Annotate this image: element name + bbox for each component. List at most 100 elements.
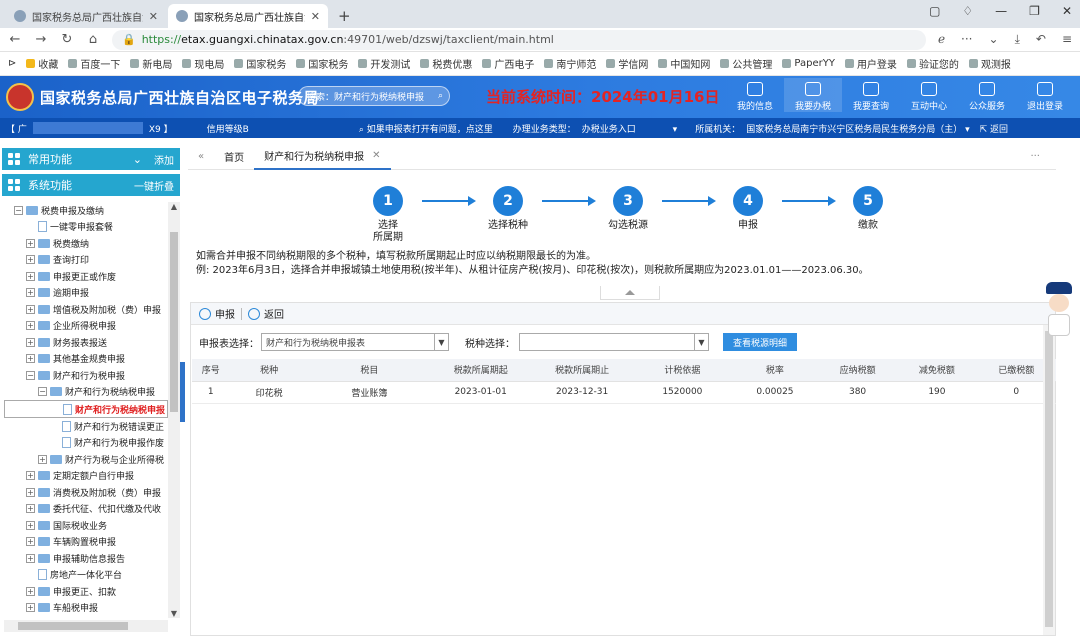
bookmark-item[interactable]: 公共管理 (720, 56, 772, 71)
tree-item[interactable]: + 消费税及附加税（费）申报 (4, 484, 168, 501)
minimize-icon[interactable]: — (995, 4, 1007, 18)
menu-icon[interactable]: ≡ (1062, 32, 1072, 47)
search-icon[interactable]: ⌕ (438, 91, 443, 101)
tab-home[interactable]: 首页 (214, 144, 254, 170)
bookmark-item[interactable]: 国家税务 (234, 56, 286, 71)
ie-mode-icon[interactable]: ℯ (938, 32, 945, 47)
nav-public[interactable]: 公众服务 (958, 78, 1016, 112)
assistant-avatar[interactable] (1044, 282, 1074, 348)
form-select[interactable]: 财产和行为税纳税申报表 ▼ (261, 333, 449, 351)
nav-query[interactable]: 我要查询 (842, 78, 900, 112)
expand-icon[interactable]: + (26, 238, 35, 248)
collapse-icon[interactable]: − (26, 370, 35, 380)
chevron-down-icon[interactable]: ⌄ (989, 32, 999, 47)
sidebar-horizontal-scrollbar[interactable] (4, 620, 168, 632)
tree-item[interactable]: − 财产和行为税申报 (4, 367, 168, 384)
bookmark-item[interactable]: 现电局 (182, 56, 224, 71)
expand-icon[interactable]: + (26, 504, 35, 514)
sidebar-toggle-icon[interactable]: ⊳ (8, 58, 16, 69)
expand-icon[interactable]: + (26, 288, 35, 298)
tree-item[interactable]: 财产和行为税错误更正 (4, 418, 168, 435)
more-icon[interactable]: ··· (961, 32, 972, 47)
expand-icon[interactable]: + (26, 537, 35, 547)
expand-icon[interactable]: + (26, 603, 35, 613)
bookmark-item[interactable]: 验证您的 (906, 56, 959, 71)
close-window-icon[interactable]: ✕ (1062, 4, 1072, 18)
tree-item[interactable]: − 税费申报及缴纳 (4, 202, 168, 219)
undo-icon[interactable]: ↶ (1036, 32, 1046, 47)
bookmark-item[interactable]: 税费优惠 (420, 56, 472, 71)
common-functions-header[interactable]: 常用功能 ⌄ 添加 (2, 148, 180, 170)
expand-icon[interactable]: + (26, 487, 35, 497)
sidebar-collapse-handle[interactable] (180, 362, 185, 422)
scroll-down-icon[interactable]: ▼ (168, 609, 180, 618)
bookmark-item[interactable]: 用户登录 (844, 56, 897, 71)
view-tax-source-button[interactable]: 查看税源明细 (723, 333, 798, 351)
bookmark-item[interactable]: 百度一下 (68, 56, 120, 71)
tree-item[interactable]: + 车辆购置税申报 (4, 534, 168, 551)
bookmark-item[interactable]: 收藏 (26, 56, 58, 71)
tabs-scroll-left-icon[interactable]: « (188, 144, 214, 170)
close-icon[interactable]: ✕ (372, 150, 380, 161)
back-icon[interactable]: ← (8, 32, 22, 47)
shirt-icon[interactable]: ♢ (962, 4, 973, 18)
scroll-up-icon[interactable]: ▲ (168, 202, 180, 211)
close-tab-icon[interactable]: ✕ (311, 10, 320, 23)
help-link[interactable]: ⌕ 如果申报表打开有问题，点这里 (359, 122, 493, 135)
download-icon[interactable]: ⤓ (1015, 32, 1020, 47)
bookmark-item[interactable]: 新电局 (130, 56, 172, 71)
nav-my-info[interactable]: 我的信息 (726, 78, 784, 112)
header-search-input[interactable]: 搜索：财产和行为税纳税申报 ⌕ (298, 86, 450, 106)
new-tab-button[interactable]: + (330, 4, 354, 28)
scroll-thumb[interactable] (170, 232, 178, 412)
bookmark-item[interactable]: 广西电子 (482, 56, 534, 71)
close-tab-icon[interactable]: ✕ (149, 10, 158, 23)
expand-icon[interactable]: + (26, 586, 35, 596)
expand-icon[interactable]: + (26, 337, 35, 347)
expand-icon[interactable]: + (26, 304, 35, 314)
tax-select[interactable]: ▼ (519, 333, 709, 351)
tree-item[interactable]: + 增值税及附加税（费）申报 (4, 301, 168, 318)
nav-interaction[interactable]: 互动中心 (900, 78, 958, 112)
system-functions-header[interactable]: 系统功能 一键折叠 (2, 174, 180, 196)
tree-item[interactable]: 财产和行为税纳税申报 (4, 400, 168, 418)
biz-type-select[interactable]: 办税业务入口 ▾ (582, 122, 677, 135)
collapse-notes-toggle[interactable] (600, 286, 660, 300)
expand-icon[interactable]: + (26, 354, 35, 364)
tree-item[interactable]: + 车船税申报 (4, 600, 168, 617)
tree-item[interactable]: + 定期定额户自行申报 (4, 468, 168, 485)
expand-icon[interactable]: + (26, 321, 35, 331)
expand-icon[interactable]: + (26, 471, 35, 481)
tree-item[interactable]: + 企业所得税申报 (4, 318, 168, 335)
sidebar-vertical-scrollbar[interactable]: ▲ ▼ (168, 202, 180, 618)
nav-do-tax[interactable]: 我要办税 (784, 78, 842, 112)
more-icon[interactable]: ··· (1030, 151, 1040, 162)
org-select[interactable]: 国家税务总局南宁市兴宁区税务局民生税务分局（主） ▾ (746, 122, 969, 135)
bookmark-item[interactable]: PaperYY (782, 58, 835, 69)
tree-item[interactable]: 房地产一体化平台 (4, 567, 168, 584)
forward-icon[interactable]: → (34, 32, 48, 47)
collapse-icon[interactable]: − (14, 205, 23, 215)
bookmark-item[interactable]: 观测报 (968, 56, 1011, 71)
restore-icon[interactable]: ❐ (1029, 4, 1040, 18)
tree-item[interactable]: + 委托代征、代扣代缴及代收 (4, 501, 168, 518)
tree-item[interactable]: + 国际税收业务 (4, 517, 168, 534)
bookmark-item[interactable]: 中国知网 (658, 56, 710, 71)
tree-item[interactable]: + 税费缴纳 (4, 235, 168, 252)
return-button[interactable]: 返回 (248, 306, 284, 321)
expand-icon[interactable]: + (26, 553, 35, 563)
table-row[interactable]: 1 印花税 营业账簿 2023-01-01 2023-12-31 1520000 0.000… (192, 381, 1056, 404)
nav-logout[interactable]: 退出登录 (1016, 78, 1074, 112)
scroll-thumb[interactable] (1045, 331, 1053, 627)
expand-icon[interactable]: + (26, 255, 35, 265)
tree-item[interactable]: + 逾期申报 (4, 285, 168, 302)
bookmark-item[interactable]: 南宁师范 (544, 56, 596, 71)
browser-tab-1[interactable]: 国家税务总局广西壮族自治区 ✕ (6, 4, 166, 28)
back-link[interactable]: ⇱ 返回 (980, 122, 1008, 135)
tree-item[interactable]: + 财产行为税与企业所得税 (4, 451, 168, 468)
tab-property-tax[interactable]: 财产和行为税纳税申报 ✕ (254, 143, 391, 170)
tree-item[interactable]: + 查询打印 (4, 252, 168, 269)
bookmark-item[interactable]: 学信网 (606, 56, 648, 71)
tree-item[interactable]: + 申报更正、扣款 (4, 583, 168, 600)
scroll-thumb[interactable] (18, 622, 128, 630)
